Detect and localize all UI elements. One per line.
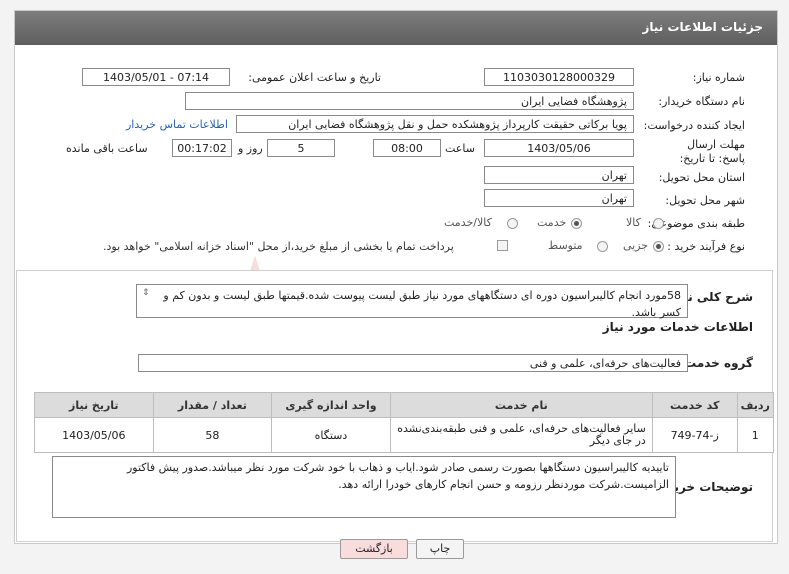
cell-need-date: 1403/05/06 bbox=[34, 417, 154, 453]
category-goods-service-radio[interactable] bbox=[507, 218, 518, 229]
deadline-label: مهلت ارسال پاسخ: تا تاریخ: bbox=[679, 138, 745, 165]
process-medium-radio[interactable] bbox=[597, 241, 608, 252]
need-number-label: شماره نیاز: bbox=[692, 71, 745, 84]
buyer-org-field[interactable]: پژوهشگاه فضایی ایران bbox=[185, 92, 634, 110]
city-field[interactable]: تهران bbox=[484, 189, 634, 207]
category-service-radio[interactable] bbox=[571, 218, 582, 229]
announce-datetime-label: تاریخ و ساعت اعلان عمومی: bbox=[248, 71, 381, 84]
need-number-field[interactable]: 1103030128000329 bbox=[484, 68, 634, 86]
remaining-time-label: ساعت باقی مانده bbox=[66, 142, 148, 155]
buyer-org-label: نام دستگاه خریدار: bbox=[658, 95, 745, 108]
col-service-code: کد خدمت bbox=[651, 392, 738, 418]
category-service-label: خدمت bbox=[537, 216, 567, 229]
category-goods-label: کالا bbox=[626, 216, 641, 229]
cell-unit: دستگاه bbox=[271, 417, 391, 453]
province-field[interactable]: تهران bbox=[484, 166, 634, 184]
category-goods-radio[interactable] bbox=[653, 218, 664, 229]
col-service-name: نام خدمت bbox=[389, 392, 653, 418]
remaining-days-field[interactable]: 5 bbox=[267, 139, 335, 157]
col-unit: واحد اندازه گیری bbox=[271, 392, 391, 418]
col-quantity: تعداد / مقدار bbox=[152, 392, 273, 418]
process-type-label: نوع فرآیند خرید : bbox=[667, 240, 745, 253]
category-goods-service-label: کالا/خدمت bbox=[444, 216, 492, 229]
process-medium-label: متوسط bbox=[548, 239, 583, 252]
deadline-date-field[interactable]: 1403/05/06 bbox=[484, 139, 634, 157]
remaining-time-field[interactable]: 00:17:02 bbox=[172, 139, 232, 157]
cell-row-number: 1 bbox=[736, 417, 775, 453]
deadline-time-label: ساعت bbox=[445, 142, 475, 155]
deadline-time-field[interactable]: 08:00 bbox=[373, 139, 441, 157]
requester-label: ایجاد کننده درخواست: bbox=[643, 119, 745, 132]
service-group-label: گروه خدمت: bbox=[679, 356, 753, 370]
panel-header: جزئیات اطلاعات نیاز bbox=[15, 11, 777, 45]
days-label: روز و bbox=[238, 142, 263, 155]
buyer-contact-link[interactable]: اطلاعات تماس خریدار bbox=[126, 118, 228, 131]
back-button[interactable]: بازگشت bbox=[340, 539, 408, 559]
process-minor-radio[interactable] bbox=[653, 241, 664, 252]
province-label: استان محل تحویل: bbox=[658, 171, 745, 184]
description-textarea[interactable]: 58مورد انجام کالیبراسیون دوره ای دستگاهه… bbox=[136, 284, 688, 319]
table-header-row: تاریخ نیاز تعداد / مقدار واحد اندازه گیر… bbox=[34, 392, 775, 418]
scroll-arrows-icon[interactable]: ⇕ bbox=[142, 288, 150, 298]
treasury-payment-note: پرداخت تمام یا بخشی از مبلغ خرید،از محل … bbox=[103, 240, 454, 253]
treasury-payment-checkbox[interactable] bbox=[497, 240, 508, 251]
announce-datetime-field[interactable]: 1403/05/01 - 07:14 bbox=[82, 68, 230, 86]
print-button[interactable]: چاپ bbox=[416, 539, 464, 559]
col-row-number: ردیف bbox=[736, 392, 775, 418]
services-section-title: اطلاعات خدمات مورد نیاز bbox=[602, 320, 753, 334]
buyer-notes-textarea[interactable]: تاییدیه کالیبراسیون دستگاهها بصورت رسمی … bbox=[52, 456, 676, 518]
col-need-date: تاریخ نیاز bbox=[34, 392, 154, 418]
cell-service-name: سایر فعالیت‌های حرفه‌ای، علمی و فنی طبقه… bbox=[389, 417, 653, 453]
panel-title: جزئیات اطلاعات نیاز bbox=[642, 20, 763, 34]
process-minor-label: جزیی bbox=[623, 239, 649, 252]
services-table: تاریخ نیاز تعداد / مقدار واحد اندازه گیر… bbox=[34, 392, 775, 453]
cell-quantity: 58 bbox=[152, 417, 273, 453]
service-group-field[interactable]: فعالیت‌های حرفه‌ای، علمی و فنی bbox=[138, 354, 688, 372]
city-label: شهر محل تحویل: bbox=[665, 194, 745, 207]
table-row: 1403/05/06 58 دستگاه سایر فعالیت‌های حرف… bbox=[34, 417, 775, 453]
cell-service-code: ز-74-749 bbox=[651, 417, 738, 453]
requester-field[interactable]: پویا برکاتی حقیقت کارپرداز پژوهشکده حمل … bbox=[236, 115, 634, 133]
